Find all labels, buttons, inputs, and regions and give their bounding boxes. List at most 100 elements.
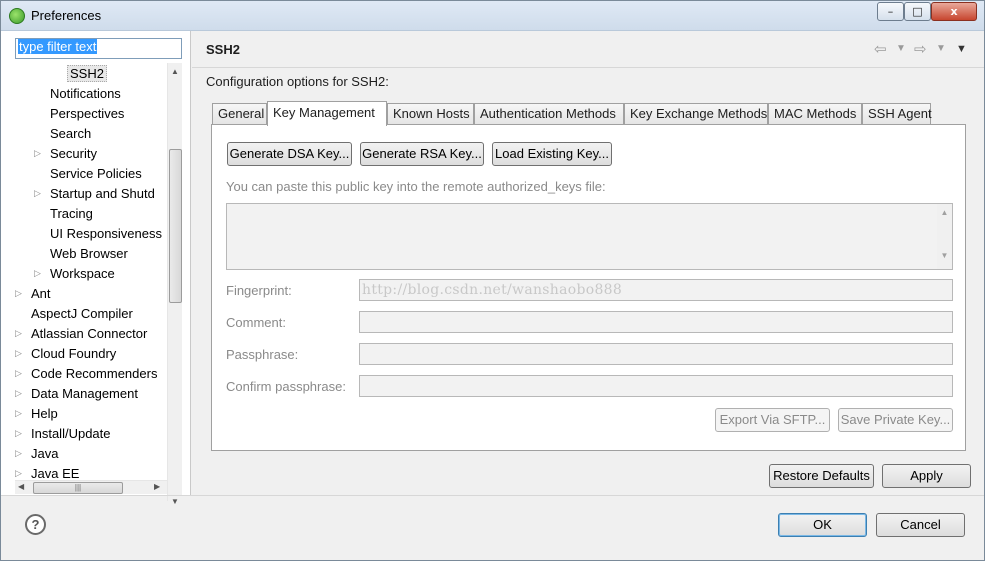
app-icon — [9, 8, 25, 24]
tab-known-hosts[interactable]: Known Hosts — [387, 103, 474, 125]
load-existing-key-button[interactable]: Load Existing Key... — [492, 142, 612, 166]
back-arrow-icon[interactable]: ⇦ — [874, 40, 887, 58]
back-menu-icon[interactable]: ▼ — [896, 43, 906, 54]
close-button[interactable]: x — [931, 2, 977, 21]
expand-arrow-icon[interactable]: ▷ — [34, 144, 42, 163]
expand-arrow-icon[interactable]: ▷ — [15, 384, 23, 403]
ok-button[interactable]: OK — [778, 513, 867, 537]
passphrase-field[interactable] — [359, 343, 953, 365]
tree-item[interactable]: ▷ Code Recommenders — [15, 364, 157, 383]
tree-item[interactable]: ▷ Cloud Foundry — [15, 344, 116, 363]
scroll-down-icon[interactable]: ▼ — [937, 217, 952, 260]
tree-item[interactable]: Web Browser — [34, 244, 128, 263]
minimize-button[interactable]: – — [877, 2, 904, 21]
tree-item-label: Java EE — [31, 466, 80, 481]
tree-item[interactable]: Perspectives — [34, 104, 124, 123]
textarea-scrollbar[interactable]: ▲ ▼ — [937, 204, 952, 269]
fingerprint-field[interactable]: http://blog.csdn.net/wanshaobo888 — [359, 279, 953, 301]
cancel-button[interactable]: Cancel — [876, 513, 965, 537]
view-menu-icon[interactable]: ▼ — [956, 43, 967, 55]
tree-item-label: Atlassian Connector — [31, 326, 148, 341]
tree-item[interactable]: ▷ Install/Update — [15, 424, 111, 443]
tab-authentication-methods[interactable]: Authentication Methods — [474, 103, 624, 125]
expand-arrow-icon[interactable]: ▷ — [34, 184, 42, 203]
title-bar: Preferences – □ x — [1, 1, 984, 31]
tab-key-management[interactable]: Key Management — [267, 101, 387, 126]
tree-item-label: Java — [31, 446, 59, 461]
confirm-passphrase-field[interactable] — [359, 375, 953, 397]
confirm-passphrase-label: Confirm passphrase: — [226, 379, 346, 394]
tree-item-label: Help — [31, 406, 58, 421]
tree-item-label: Web Browser — [50, 246, 128, 261]
tree-item-label: Data Management — [31, 386, 138, 401]
forward-menu-icon[interactable]: ▼ — [936, 43, 946, 54]
maximize-button[interactable]: □ — [904, 2, 931, 21]
tree-item-label: Workspace — [50, 266, 115, 281]
save-private-key-button[interactable]: Save Private Key... — [838, 408, 953, 432]
expand-arrow-icon[interactable]: ▷ — [15, 444, 23, 463]
tree-vertical-scrollbar[interactable]: ▲ ▼ — [167, 63, 182, 506]
hscroll-thumb[interactable]: ||| — [33, 482, 123, 494]
scroll-up-icon[interactable]: ▲ — [171, 67, 179, 76]
tree-item[interactable]: ▷ Data Management — [15, 384, 138, 403]
tree-horizontal-scrollbar[interactable]: ◀ ||| ▶ — [15, 480, 167, 494]
tree-item[interactable]: AspectJ Compiler — [15, 304, 133, 323]
expand-arrow-icon[interactable]: ▷ — [15, 424, 23, 443]
title-separator — [192, 67, 984, 68]
tree-item-label: Cloud Foundry — [31, 346, 117, 361]
tree-item[interactable]: Service Policies — [34, 164, 142, 183]
expand-arrow-icon[interactable]: ▷ — [15, 364, 23, 383]
scroll-up-icon[interactable]: ▲ — [937, 204, 952, 217]
filter-input-text: type filter text — [18, 39, 98, 54]
expand-arrow-icon[interactable]: ▷ — [15, 464, 23, 481]
page-description: Configuration options for SSH2: — [206, 74, 389, 89]
tree-item[interactable]: UI Responsiveness — [34, 224, 162, 243]
expand-arrow-icon[interactable]: ▷ — [15, 404, 23, 423]
tree-item[interactable]: SSH2 — [53, 64, 107, 83]
tree-item[interactable]: Tracing — [34, 204, 93, 223]
tree-item[interactable]: ▷ Security — [34, 144, 97, 163]
export-via-sftp-button[interactable]: Export Via SFTP... — [715, 408, 830, 432]
restore-defaults-button[interactable]: Restore Defaults — [769, 464, 874, 488]
scroll-down-icon[interactable]: ▼ — [171, 497, 179, 506]
tree-item[interactable]: ▷ Startup and Shutd — [34, 184, 155, 203]
tree-item[interactable]: Search — [34, 124, 91, 143]
tree-item[interactable]: Notifications — [34, 84, 121, 103]
expand-arrow-icon[interactable]: ▷ — [15, 284, 23, 303]
tab-mac-methods[interactable]: MAC Methods — [768, 103, 862, 125]
scroll-thumb[interactable] — [169, 149, 182, 303]
page-title: SSH2 — [206, 42, 240, 57]
expand-arrow-icon[interactable]: ▷ — [15, 324, 23, 343]
tree-item-label: Perspectives — [50, 106, 125, 121]
apply-button[interactable]: Apply — [882, 464, 971, 488]
tree-item[interactable]: ▷ Java — [15, 444, 58, 463]
tree-item[interactable]: ▷ Ant — [15, 284, 51, 303]
forward-arrow-icon[interactable]: ⇨ — [914, 40, 927, 58]
tab-ssh-agent[interactable]: SSH Agent — [862, 103, 932, 125]
comment-field[interactable] — [359, 311, 953, 333]
fingerprint-value: http://blog.csdn.net/wanshaobo888 — [362, 282, 623, 298]
scroll-right-icon[interactable]: ▶ — [154, 482, 160, 491]
expand-arrow-icon[interactable]: ▷ — [15, 344, 23, 363]
tab-key-exchange-methods[interactable]: Key Exchange Methods — [624, 103, 768, 125]
tree-item[interactable]: ▷ Workspace — [34, 264, 115, 283]
tree-item[interactable]: ▷ Help — [15, 404, 58, 423]
preference-tree: SSH2 Notifications Perspectives Search ▷ Secu… — [15, 63, 166, 481]
tree-item[interactable]: ▷ Atlassian Connector — [15, 324, 147, 343]
generate-dsa-key-button[interactable]: Generate DSA Key... — [227, 142, 352, 166]
tree-item-label: Notifications — [50, 86, 121, 101]
scroll-left-icon[interactable]: ◀ — [18, 482, 24, 491]
tree-item[interactable]: ▷ Java EE — [15, 464, 79, 481]
generate-rsa-key-button[interactable]: Generate RSA Key... — [360, 142, 484, 166]
public-key-hint: You can paste this public key into the r… — [226, 179, 606, 194]
tab-general[interactable]: General — [212, 103, 267, 125]
passphrase-label: Passphrase: — [226, 347, 299, 362]
expand-arrow-icon[interactable]: ▷ — [34, 264, 42, 283]
help-icon[interactable]: ? — [25, 514, 46, 535]
comment-label: Comment: — [226, 315, 286, 330]
public-key-textarea[interactable]: ▲ ▼ — [226, 203, 953, 270]
tree-item-label: Tracing — [50, 206, 93, 221]
preferences-window: Preferences – □ x type filter text SSH2 N… — [0, 0, 985, 561]
filter-input[interactable]: type filter text — [15, 38, 182, 59]
tree-item-label: Service Policies — [50, 166, 142, 181]
